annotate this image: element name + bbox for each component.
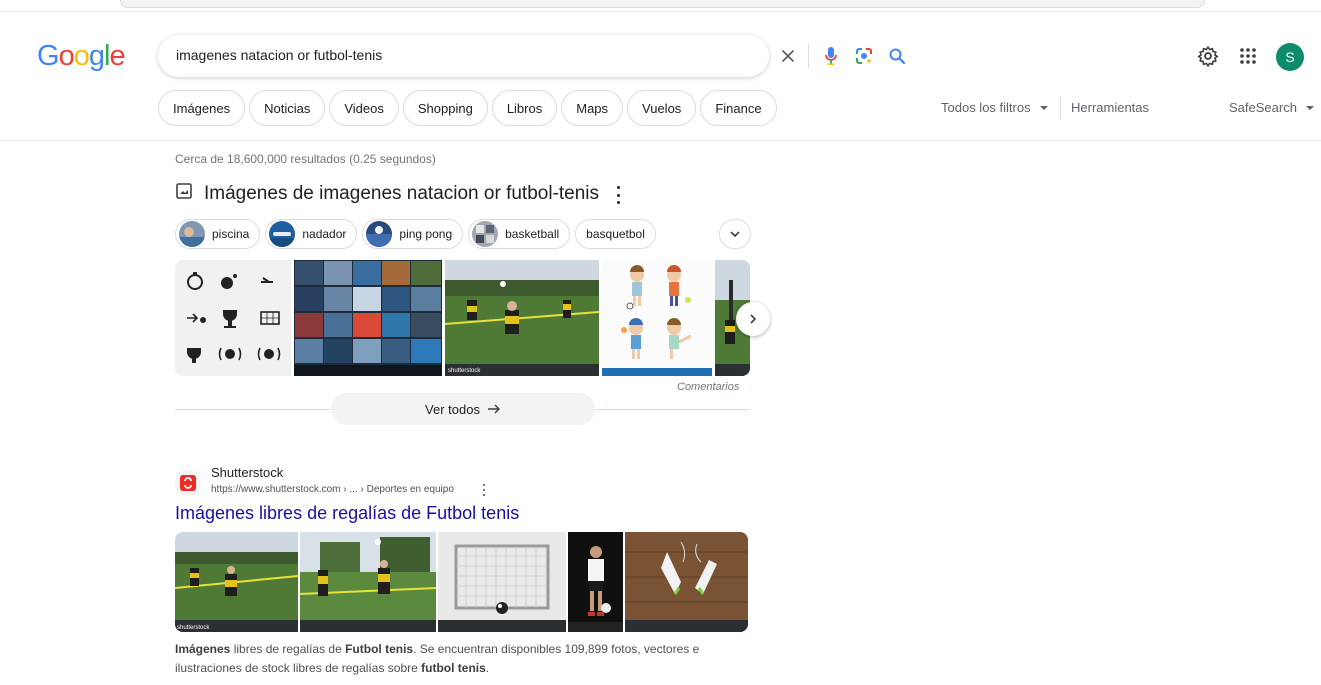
- all-filters-label: Todos los filtros: [941, 100, 1031, 115]
- result-image[interactable]: [438, 532, 566, 632]
- chip-label: ping pong: [399, 227, 453, 241]
- chip-thumbnail: [366, 221, 393, 247]
- result-image[interactable]: [300, 532, 436, 632]
- caret-down-icon: [1305, 105, 1314, 110]
- logo-letter: o: [58, 40, 75, 72]
- image-icon: [175, 182, 193, 205]
- more-options-icon[interactable]: [614, 186, 622, 204]
- tab-flights[interactable]: Vuelos: [627, 90, 697, 126]
- result-image-strip: shutterstock: [175, 532, 748, 632]
- chip-thumbnail: [179, 221, 205, 247]
- watermark: shutterstock: [177, 625, 210, 631]
- search-divider: [808, 44, 809, 68]
- logo-letter: o: [73, 40, 90, 72]
- lens-icon[interactable]: [854, 46, 874, 66]
- tools-divider: [1060, 97, 1061, 119]
- tab-news[interactable]: Noticias: [249, 90, 326, 126]
- tab-images[interactable]: Imágenes: [158, 90, 246, 126]
- snippet-highlight: futbol tenis: [421, 661, 486, 675]
- tab-videos[interactable]: Videos: [329, 90, 399, 126]
- image-result[interactable]: [175, 260, 291, 376]
- carousel-next-button[interactable]: [736, 302, 770, 336]
- safesearch-button[interactable]: SafeSearch: [1229, 100, 1314, 115]
- images-block-header: Imágenes de imagenes natacion or futbol-…: [175, 182, 599, 205]
- tab-maps[interactable]: Maps: [561, 90, 624, 126]
- chevron-down-icon: [730, 231, 740, 238]
- tab-shopping[interactable]: Shopping: [402, 90, 488, 126]
- site-name[interactable]: Shutterstock: [211, 465, 283, 480]
- chip-thumbnail: [472, 221, 499, 247]
- top-divider: [0, 11, 1321, 12]
- result-stats: Cerca de 18,600,000 resultados (0.25 seg…: [175, 152, 436, 166]
- all-filters-button[interactable]: Todos los filtros: [941, 100, 1048, 115]
- snippet-text: .: [485, 661, 490, 675]
- chip-ping-pong[interactable]: ping pong: [362, 219, 464, 249]
- feedback-link[interactable]: Comentarios: [677, 381, 739, 393]
- chevron-right-icon: [750, 314, 757, 324]
- chip-nadador[interactable]: nadador: [265, 219, 358, 249]
- image-carousel: shutterstock: [175, 260, 750, 376]
- apps-icon[interactable]: [1236, 44, 1260, 68]
- search-input-spacer: [618, 46, 768, 66]
- result-image[interactable]: shutterstock: [175, 532, 298, 632]
- site-url[interactable]: https://www.shutterstock.com › ... › Dep…: [211, 484, 454, 495]
- chip-thumbnail: [269, 221, 296, 247]
- image-result[interactable]: [294, 260, 442, 376]
- watermark: shutterstock: [448, 368, 481, 374]
- see-all-button[interactable]: Ver todos: [331, 393, 595, 425]
- logo-letter: G: [37, 40, 60, 72]
- chip-label: piscina: [212, 227, 250, 241]
- tab-books[interactable]: Libros: [491, 90, 558, 126]
- google-logo[interactable]: Google: [37, 40, 126, 73]
- site-favicon[interactable]: [175, 470, 201, 496]
- search-input[interactable]: [176, 47, 606, 63]
- mic-icon[interactable]: [821, 46, 841, 66]
- result-image[interactable]: [625, 532, 748, 632]
- image-result[interactable]: [602, 260, 712, 376]
- settings-icon[interactable]: [1196, 44, 1220, 68]
- logo-letter: e: [109, 40, 125, 72]
- browser-scrollbar[interactable]: [120, 0, 1205, 8]
- result-more-options-icon[interactable]: [482, 484, 486, 496]
- safesearch-label: SafeSearch: [1229, 100, 1297, 115]
- result-snippet: Imágenes libres de regalías de Futbol te…: [175, 640, 735, 678]
- search-box[interactable]: [158, 35, 906, 77]
- result-image[interactable]: [568, 532, 623, 632]
- chip-label: nadador: [302, 227, 347, 241]
- search-tabs: Imágenes Noticias Videos Shopping Libros…: [158, 90, 777, 126]
- clear-icon[interactable]: [778, 46, 798, 66]
- avatar[interactable]: S: [1276, 43, 1304, 71]
- chip-basketball[interactable]: basketball: [468, 219, 571, 249]
- chip-piscina[interactable]: piscina: [175, 219, 261, 249]
- result-title-link[interactable]: Imágenes libres de regalías de Futbol te…: [175, 503, 519, 524]
- header-divider: [0, 140, 1321, 141]
- chip-label: basquetbol: [586, 227, 645, 241]
- refine-chips: piscina nadador ping pong basketball bas…: [175, 219, 656, 249]
- caret-down-icon: [1039, 105, 1048, 110]
- chip-basquetbol[interactable]: basquetbol: [575, 219, 656, 249]
- snippet-highlight: Imágenes: [175, 642, 231, 656]
- expand-chips-button[interactable]: [719, 219, 751, 249]
- arrow-right-icon: [487, 404, 500, 414]
- logo-letter: g: [88, 40, 105, 72]
- images-block-title[interactable]: Imágenes de imagenes natacion or futbol-…: [204, 183, 599, 205]
- tools-button[interactable]: Herramientas: [1071, 100, 1149, 115]
- tools-label: Herramientas: [1071, 100, 1150, 115]
- snippet-text: libres de regalías de: [230, 642, 346, 656]
- see-all-label: Ver todos: [425, 401, 480, 417]
- chip-label: basketball: [505, 227, 560, 241]
- image-result[interactable]: shutterstock: [445, 260, 599, 376]
- search-icon[interactable]: [887, 46, 907, 66]
- tab-finance[interactable]: Finance: [700, 90, 777, 126]
- snippet-highlight: Futbol tenis: [345, 642, 414, 656]
